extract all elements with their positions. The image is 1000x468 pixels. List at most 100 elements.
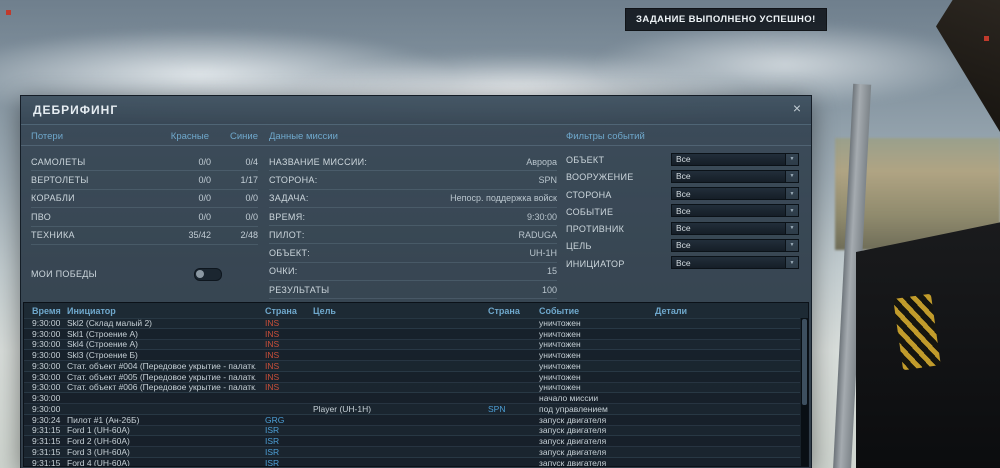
event-cell-event: уничтожен — [539, 360, 581, 371]
event-cell-event: уничтожен — [539, 371, 581, 382]
event-cell-event: запуск двигателя — [539, 414, 607, 425]
event-cell-initiator_country: INS — [265, 360, 280, 371]
event-cell-initiator: Ford 4 (UH-60A) — [67, 457, 130, 466]
mission-label: ЗАДАЧА: — [269, 193, 309, 204]
event-row[interactable]: 9:30:00 Skl2 (Склад малый 2) INS уничтожен — [24, 318, 801, 329]
filter-row: СОБЫТИЕ Все ▼ — [566, 203, 799, 220]
event-row[interactable]: 9:30:00 Стат. объект #004 (Передовое укры… — [24, 361, 801, 372]
filter-dropdown-value: Все — [676, 188, 691, 199]
filter-dropdown[interactable]: Все ▼ — [671, 187, 799, 201]
mission-label: ПИЛОТ: — [269, 229, 305, 240]
mission-status-banner: ЗАДАНИЕ ВЫПОЛНЕНО УСПЕШНО! — [625, 8, 827, 31]
filter-dropdown-value: Все — [676, 171, 691, 182]
filter-row: ЦЕЛЬ Все ▼ — [566, 237, 799, 254]
loss-red-value: 0/0 — [198, 193, 211, 204]
event-row[interactable]: 9:30:00 начало миссии — [24, 393, 801, 404]
event-cell-time: 9:30:00 — [32, 350, 61, 361]
mission-label: ОЧКИ: — [269, 266, 298, 277]
event-row[interactable]: 9:30:00 Стат. объект #006 (Передовое укры… — [24, 382, 801, 394]
event-cell-time: 9:30:00 — [32, 360, 61, 371]
events-scrollbar[interactable] — [800, 318, 808, 466]
event-cell-initiator: Стат. объект #006 (Передовое укрытие - п… — [67, 382, 256, 393]
mission-value: 9:30:00 — [526, 211, 557, 222]
red-indicator — [6, 10, 11, 15]
chevron-down-icon: ▼ — [785, 257, 798, 269]
event-cell-time: 9:31:15 — [32, 436, 61, 447]
close-icon[interactable]: × — [793, 100, 801, 116]
chevron-down-icon: ▼ — [785, 222, 798, 234]
event-row[interactable]: 9:31:15 Ford 4 (UH-60A) ISR запуск двигател… — [24, 458, 801, 466]
red-indicator — [984, 36, 989, 41]
filter-row: ОБЪЕКТ Все ▼ — [566, 151, 799, 168]
loss-blue-value: 0/0 — [245, 211, 258, 222]
event-row[interactable]: 9:31:15 Ford 2 (UH-60A) ISR запуск двигател… — [24, 436, 801, 447]
filter-row: ИНИЦИАТОР Все ▼ — [566, 255, 799, 272]
debriefing-dialog: ДЕБРИФИНГ × Потери Красные Синие Данные … — [20, 95, 812, 468]
filter-dropdown[interactable]: Все ▼ — [671, 152, 799, 166]
filter-dropdown[interactable]: Все ▼ — [671, 204, 799, 218]
event-cell-time: 9:30:00 — [32, 393, 61, 404]
filter-dropdown[interactable]: Все ▼ — [671, 221, 799, 235]
event-row[interactable]: 9:30:00 Стат. объект #005 (Передовое укры… — [24, 372, 801, 383]
chevron-down-icon: ▼ — [785, 170, 798, 182]
events-rows: 9:30:00 Skl2 (Склад малый 2) INS уничтожен 9… — [24, 318, 801, 466]
mission-label: СТОРОНА: — [269, 174, 318, 185]
event-row[interactable]: 9:30:00 Skl1 (Строение А) INS уничтожен — [24, 329, 801, 340]
event-cell-initiator_country: INS — [265, 350, 280, 361]
event-row[interactable]: 9:31:15 Ford 3 (UH-60A) ISR запуск двигател… — [24, 447, 801, 458]
chevron-down-icon: ▼ — [785, 239, 798, 251]
event-row[interactable]: 9:30:00 Skl4 (Строение А) INS уничтожен — [24, 339, 801, 351]
mission-rows: НАЗВАНИЕ МИССИИ: Аврора СТОРОНА: SPN ЗАД… — [269, 153, 557, 300]
filter-label: ЦЕЛЬ — [566, 241, 592, 252]
event-cell-time: 9:31:15 — [32, 457, 61, 466]
filter-dropdown[interactable]: Все ▼ — [671, 238, 799, 252]
my-victories-toggle[interactable] — [194, 268, 222, 281]
filter-dropdown[interactable]: Все ▼ — [671, 169, 799, 183]
screen: ЗАДАНИЕ ВЫПОЛНЕНО УСПЕШНО! ДЕБРИФИНГ × П… — [0, 0, 1000, 468]
event-cell-event: уничтожен — [539, 328, 581, 339]
mission-value: Аврора — [526, 156, 557, 167]
event-row[interactable]: 9:30:00 Player (UH-1H) SPN под управлением — [24, 404, 801, 415]
filter-row: ВООРУЖЕНИЕ Все ▼ — [566, 168, 799, 185]
scrollbar-thumb[interactable] — [802, 319, 807, 405]
events-column-header: Страна — [488, 305, 520, 316]
loss-label: САМОЛЕТЫ — [31, 156, 86, 167]
my-victories-label: МОИ ПОБЕДЫ — [31, 269, 97, 279]
mission-value: 15 — [546, 266, 557, 277]
event-cell-event: начало миссии — [539, 393, 599, 404]
mission-row: ОБЪЕКТ: UH-1H — [269, 244, 557, 263]
event-row[interactable]: 9:30:00 Skl3 (Строение Б) INS уничтожен — [24, 350, 801, 361]
loss-red-value: 0/0 — [198, 175, 211, 186]
event-cell-initiator: Стат. объект #004 (Передовое укрытие - п… — [67, 360, 256, 371]
filter-label: ИНИЦИАТОР — [566, 258, 625, 269]
event-cell-initiator: Стат. объект #005 (Передовое укрытие - п… — [67, 371, 256, 382]
filter-dropdown-value: Все — [676, 205, 691, 216]
event-cell-initiator: Skl4 (Строение А) — [67, 339, 138, 350]
event-row[interactable]: 9:31:15 Ford 1 (UH-60A) ISR запуск двигател… — [24, 425, 801, 437]
loss-blue-value: 0/4 — [245, 156, 258, 167]
chevron-down-icon: ▼ — [785, 153, 798, 165]
section-headers: Потери Красные Синие Данные миссии Фильт… — [21, 128, 811, 146]
mission-label: ОБЪЕКТ: — [269, 248, 311, 259]
event-cell-time: 9:30:00 — [32, 403, 61, 414]
loss-blue-value: 1/17 — [240, 175, 258, 186]
event-cell-event: уничтожен — [539, 350, 581, 361]
filter-dropdown[interactable]: Все ▼ — [671, 256, 799, 270]
event-cell-event: уничтожен — [539, 382, 581, 393]
losses-blue-column-header: Синие — [229, 131, 258, 142]
event-cell-initiator_country: ISR — [265, 457, 280, 466]
filter-dropdown-value: Все — [676, 223, 691, 234]
my-victories-row: МОИ ПОБЕДЫ — [31, 266, 258, 282]
event-cell-event: запуск двигателя — [539, 425, 607, 436]
event-cell-time: 9:30:00 — [32, 339, 61, 350]
event-cell-event: запуск двигателя — [539, 457, 607, 466]
event-cell-initiator_country: INS — [265, 318, 280, 328]
event-row[interactable]: 9:30:24 Пилот #1 (Ан-26Б) GRG запуск двигат… — [24, 415, 801, 426]
losses-red-column-header: Красные — [170, 131, 209, 142]
events-header: Время Инициатор Страна Цель Страна Событие Дет… — [24, 303, 808, 319]
mission-row: ВРЕМЯ: 9:30:00 — [269, 208, 557, 227]
event-cell-time: 9:30:00 — [32, 328, 61, 339]
events-column-header: Страна — [265, 305, 297, 316]
mission-value: Непоср. поддержка войск — [450, 193, 557, 204]
filter-dropdown-value: Все — [676, 240, 691, 251]
